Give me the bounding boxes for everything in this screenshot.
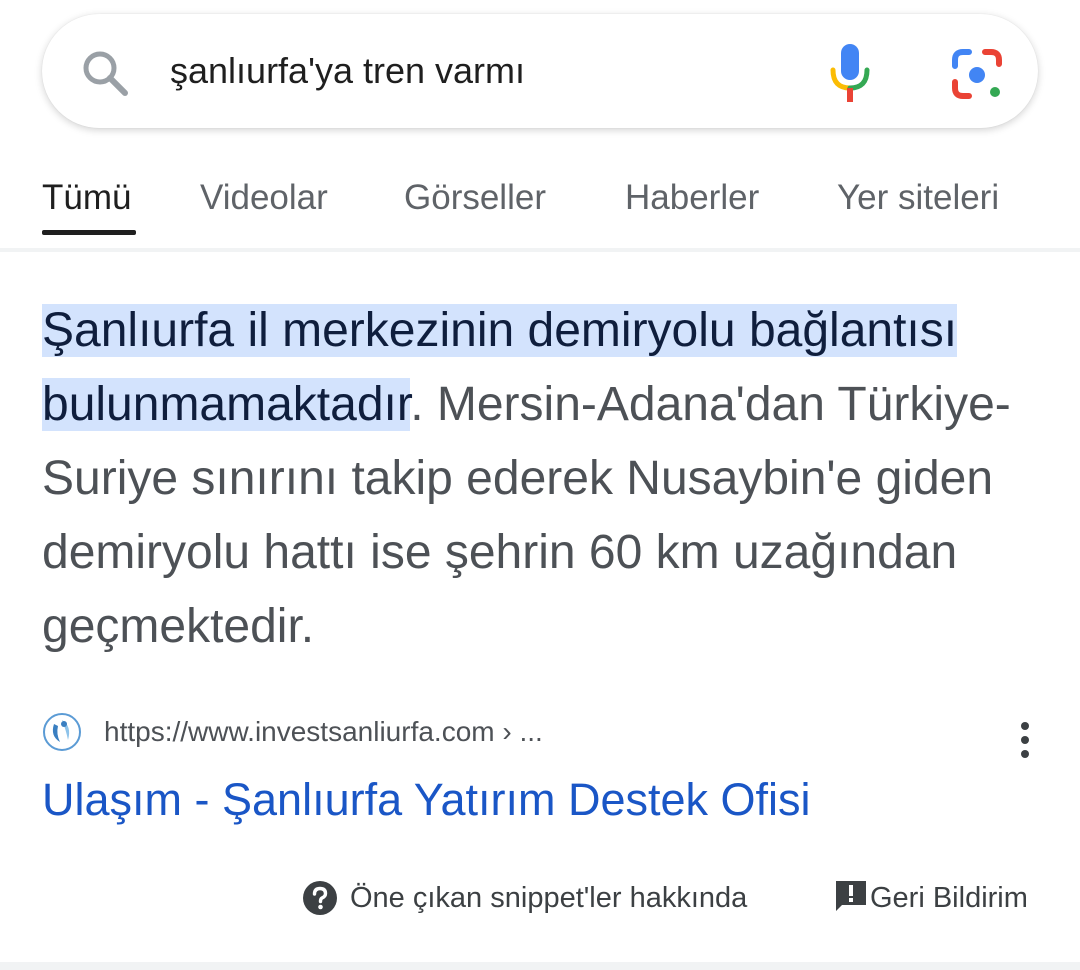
bottom-divider — [0, 962, 1080, 970]
site-favicon-icon — [43, 713, 81, 751]
tab-videos[interactable]: Videolar — [200, 176, 328, 220]
tab-images[interactable]: Görseller — [404, 176, 546, 220]
more-vert-icon[interactable] — [1010, 718, 1040, 762]
mic-icon[interactable] — [828, 42, 872, 104]
tab-all[interactable]: Tümü — [42, 176, 131, 220]
featured-snippet-text: Şanlıurfa il merkezinin demiryolu bağlan… — [42, 294, 1042, 664]
about-snippets-label: Öne çıkan snippet'ler hakkında — [350, 882, 748, 914]
search-icon[interactable] — [80, 48, 130, 98]
lens-icon[interactable] — [951, 48, 1003, 100]
search-input[interactable]: şanlıurfa'ya tren varmı — [170, 44, 525, 98]
tabs-divider — [0, 248, 1080, 252]
tab-local[interactable]: Yer siteleri — [837, 176, 999, 220]
feedback-icon — [836, 881, 866, 911]
result-title-link[interactable]: Ulaşım - Şanlıurfa Yatırım Destek Ofisi — [42, 768, 811, 832]
search-tabs: Tümü Videolar Görseller Haberler Yer sit… — [0, 160, 1080, 248]
active-tab-indicator — [42, 230, 136, 235]
help-circle-icon — [303, 881, 337, 915]
search-bar[interactable]: şanlıurfa'ya tren varmı — [42, 14, 1038, 128]
tab-news[interactable]: Haberler — [625, 176, 759, 220]
result-url[interactable]: https://www.investsanliurfa.com › ... — [104, 714, 543, 750]
result-source[interactable]: https://www.investsanliurfa.com › ... — [42, 710, 1042, 758]
feedback-label: Geri Bildirim — [870, 882, 1028, 914]
